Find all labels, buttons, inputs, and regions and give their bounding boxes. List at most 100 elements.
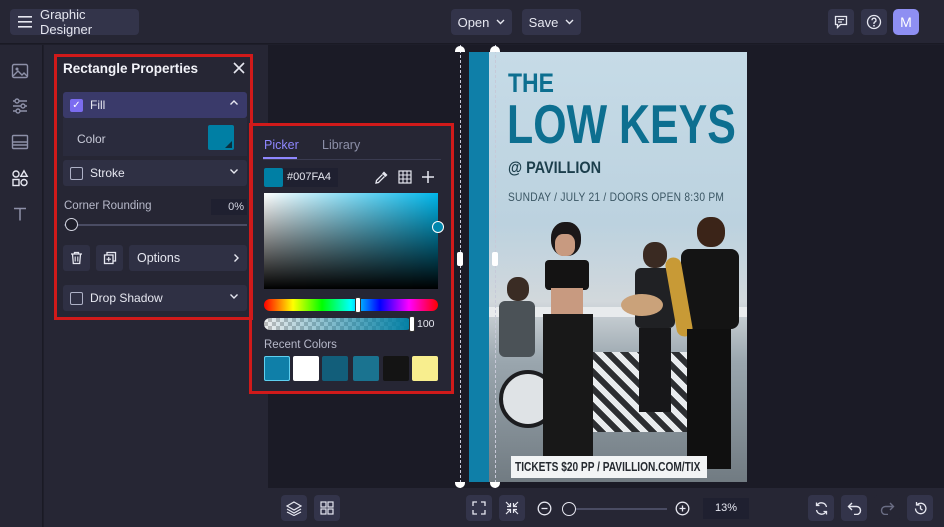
hex-value: #007FA4 — [287, 171, 332, 183]
image-icon[interactable] — [11, 62, 31, 82]
selected-rectangle[interactable] — [469, 52, 489, 482]
sliders-icon[interactable] — [11, 97, 31, 117]
refresh-button[interactable] — [808, 495, 834, 521]
save-button[interactable]: Save — [522, 9, 581, 35]
fill-color-swatch[interactable] — [208, 125, 234, 150]
fit-screen-icon — [472, 501, 486, 515]
eyedropper-icon[interactable] — [374, 170, 389, 185]
refresh-icon — [814, 501, 829, 516]
corner-rounding-slider-handle[interactable] — [65, 218, 78, 231]
shrink-button[interactable] — [499, 495, 525, 521]
open-label: Open — [457, 14, 490, 30]
chevron-up-icon — [229, 98, 241, 110]
grid-view-button[interactable] — [314, 495, 340, 521]
zoom-in-icon[interactable] — [675, 501, 690, 516]
recent-color-swatch[interactable] — [383, 356, 409, 381]
help-button[interactable] — [861, 9, 887, 35]
recent-color-swatch[interactable] — [293, 356, 319, 381]
recent-color-swatch[interactable] — [322, 356, 348, 381]
selection-guide-right — [495, 45, 496, 488]
top-bar: Graphic Designer Open Save M — [0, 0, 944, 44]
redo-icon — [880, 502, 895, 515]
poster-saxophonist — [664, 217, 745, 482]
avatar[interactable]: M — [893, 9, 919, 35]
recent-colors-label: Recent Colors — [264, 339, 337, 351]
poster-text-line4: SUNDAY / JULY 21 / DOORS OPEN 8:30 PM — [508, 190, 725, 204]
chevron-down-icon — [496, 19, 505, 25]
color-label: Color — [77, 132, 106, 146]
undo-button[interactable] — [841, 495, 867, 521]
grid-icon[interactable] — [398, 170, 412, 184]
drop-shadow-label: Drop Shadow — [90, 291, 163, 305]
corner-triangle-icon — [225, 141, 232, 148]
shapes-icon[interactable] — [11, 169, 31, 189]
drop-shadow-checkbox[interactable] — [70, 291, 83, 305]
zoom-slider-handle[interactable] — [562, 502, 576, 516]
layers-button[interactable] — [281, 495, 307, 521]
delete-button[interactable] — [63, 245, 90, 271]
fill-checkbox[interactable]: ✓ — [70, 98, 83, 112]
selection-handle-top-right[interactable] — [490, 46, 500, 52]
drop-shadow-section-header[interactable]: Drop Shadow — [63, 285, 247, 311]
poster-drummer — [497, 277, 537, 357]
zoom-out-icon[interactable] — [537, 501, 552, 516]
duplicate-button[interactable] — [96, 245, 123, 271]
fit-to-screen-button[interactable] — [466, 495, 492, 521]
opacity-slider-handle[interactable] — [409, 316, 415, 332]
feedback-button[interactable] — [828, 9, 854, 35]
recent-color-swatch[interactable] — [412, 356, 438, 381]
history-button[interactable] — [907, 495, 933, 521]
fill-label: Fill — [90, 98, 106, 112]
zoom-value[interactable]: 13% — [703, 498, 749, 519]
hue-slider[interactable] — [264, 299, 438, 311]
poster-text-line3: @ PAVILLION — [508, 158, 602, 177]
shrink-icon — [505, 501, 519, 515]
picker-tab-divider — [263, 159, 441, 160]
hue-slider-handle[interactable] — [355, 297, 361, 313]
saturation-cursor[interactable] — [432, 221, 444, 233]
recent-color-swatch[interactable] — [353, 356, 379, 381]
redo-button[interactable] — [874, 495, 900, 521]
zoom-value-text: 13% — [714, 502, 738, 514]
close-icon[interactable] — [233, 62, 245, 74]
options-button[interactable]: Options — [129, 245, 247, 271]
chevron-down-icon — [565, 19, 574, 25]
duplicate-icon — [103, 251, 117, 265]
stroke-checkbox[interactable] — [70, 166, 83, 180]
tab-picker[interactable]: Picker — [264, 138, 299, 152]
poster-artboard[interactable]: THE LOW KEYS @ PAVILLION SUNDAY / JULY 2… — [469, 52, 747, 482]
avatar-initial: M — [900, 14, 912, 30]
corner-rounding-slider[interactable] — [64, 224, 247, 226]
chevron-down-icon — [229, 291, 241, 303]
recent-color-swatch[interactable] — [264, 356, 290, 381]
poster-text-line2: LOW KEYS — [507, 93, 736, 155]
layers-icon — [286, 500, 302, 516]
tool-rail — [0, 45, 43, 527]
opacity-value: 100 — [417, 318, 435, 330]
stroke-label: Stroke — [90, 166, 125, 180]
selection-handle-left[interactable] — [457, 252, 463, 266]
opacity-slider[interactable] — [264, 318, 412, 330]
poster-footer-text: TICKETS $20 PP / PAVILLION.COM/TIX — [515, 459, 701, 474]
add-icon[interactable] — [421, 170, 435, 184]
layout-icon[interactable] — [11, 133, 31, 153]
grid-view-icon — [320, 501, 334, 515]
saturation-value-area[interactable] — [264, 193, 438, 289]
selection-handle-right[interactable] — [492, 252, 498, 266]
corner-rounding-value-text: 0% — [228, 201, 244, 213]
fill-section-header[interactable]: ✓ Fill — [63, 92, 247, 118]
undo-icon — [847, 502, 862, 515]
save-label: Save — [528, 14, 559, 30]
corner-rounding-value[interactable]: 0% — [211, 199, 247, 215]
stroke-section-header[interactable]: Stroke — [63, 160, 247, 186]
panel-title: Rectangle Properties — [63, 61, 199, 76]
hex-input[interactable]: #007FA4 — [283, 168, 338, 187]
open-button[interactable]: Open — [451, 9, 512, 35]
selection-handle-top-left[interactable] — [455, 46, 465, 52]
help-icon — [866, 14, 882, 30]
text-icon[interactable] — [11, 205, 31, 225]
app-menu-button[interactable]: Graphic Designer — [10, 7, 139, 37]
history-icon — [913, 501, 928, 516]
zoom-slider[interactable] — [564, 508, 667, 510]
tab-library[interactable]: Library — [322, 138, 360, 152]
